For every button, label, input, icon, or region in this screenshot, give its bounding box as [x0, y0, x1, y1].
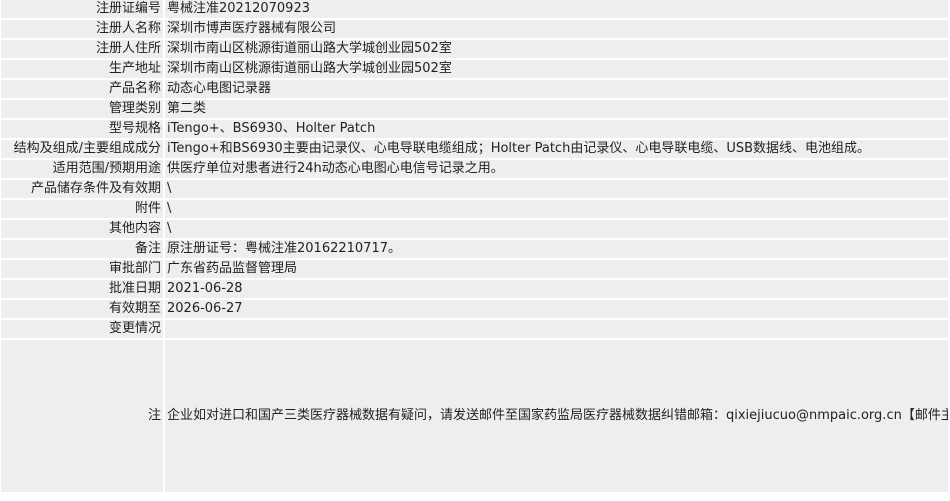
field-label: 注册证编号: [1, 0, 163, 18]
registration-record-table: 注册证编号 粤械注准20212070923 注册人名称 深圳市博声医疗器械有限公司 注册…: [0, 0, 950, 494]
record-row: 备注 原注册证号：粤械注准20162210717。: [1, 240, 948, 258]
field-value: 供医疗单位对患者进行24h动态心电图心电信号记录之用。: [165, 160, 948, 178]
field-value: 2021-06-28: [165, 280, 948, 298]
field-label: 产品名称: [1, 80, 163, 98]
field-value: 深圳市南山区桃源街道丽山路大学城创业园502室: [165, 60, 948, 78]
record-row: 适用范围/预期用途 供医疗单位对患者进行24h动态心电图心电信号记录之用。: [1, 160, 948, 178]
field-value: \: [165, 220, 948, 238]
field-value: 粤械注准20212070923: [165, 0, 948, 18]
record-row: 管理类别 第二类: [1, 100, 948, 118]
field-label: 批准日期: [1, 280, 163, 298]
record-row: 注册证编号 粤械注准20212070923: [1, 0, 948, 18]
record-row: 其他内容 \: [1, 220, 948, 238]
field-value: 广东省药品监督管理局: [165, 260, 948, 278]
field-label: 管理类别: [1, 100, 163, 118]
record-row: 型号规格 iTengo+、BS6930、Holter Patch: [1, 120, 948, 138]
field-value: 深圳市博声医疗器械有限公司: [165, 20, 948, 38]
record-row: 结构及组成/主要组成成分 iTengo+和BS6930主要由记录仪、心电导联电缆组…: [1, 140, 948, 158]
field-value: 第二类: [165, 100, 948, 118]
record-row: 审批部门 广东省药品监督管理局: [1, 260, 948, 278]
field-label: 型号规格: [1, 120, 163, 138]
record-row: 产品名称 动态心电图记录器: [1, 80, 948, 98]
record-row: 生产地址 深圳市南山区桃源街道丽山路大学城创业园502室: [1, 60, 948, 78]
field-value: iTengo+和BS6930主要由记录仪、心电导联电缆组成；Holter Pat…: [165, 140, 948, 158]
record-row: 产品储存条件及有效期 \: [1, 180, 948, 198]
field-value: iTengo+、BS6930、Holter Patch: [165, 120, 948, 138]
field-value: 原注册证号：粤械注准20162210717。: [165, 240, 948, 258]
record-row: 注册人住所 深圳市南山区桃源街道丽山路大学城创业园502室: [1, 40, 948, 58]
field-label: 注册人住所: [1, 40, 163, 58]
change-row: 变更情况: [1, 320, 948, 338]
field-label: 有效期至: [1, 300, 163, 318]
field-value-change: [165, 320, 948, 338]
field-label: 附件: [1, 200, 163, 218]
field-value-note: 企业如对进口和国产三类医疗器械数据有疑问，请发送邮件至国家药监局医疗器械数据纠错…: [165, 340, 948, 492]
field-value: 深圳市南山区桃源街道丽山路大学城创业园502室: [165, 40, 948, 58]
field-label: 备注: [1, 240, 163, 258]
record-row: 附件 \: [1, 200, 948, 218]
note-row: 注 企业如对进口和国产三类医疗器械数据有疑问，请发送邮件至国家药监局医疗器械数据…: [1, 340, 948, 492]
field-label: 适用范围/预期用途: [1, 160, 163, 178]
field-label: 产品储存条件及有效期: [1, 180, 163, 198]
record-row: 批准日期 2021-06-28: [1, 280, 948, 298]
field-value: \: [165, 180, 948, 198]
field-value: 2026-06-27: [165, 300, 948, 318]
field-label: 结构及组成/主要组成成分: [1, 140, 163, 158]
record-rows: 注册证编号 粤械注准20212070923 注册人名称 深圳市博声医疗器械有限公司 注册…: [1, 0, 948, 318]
field-label: 注册人名称: [1, 20, 163, 38]
field-value: 动态心电图记录器: [165, 80, 948, 98]
record-row: 注册人名称 深圳市博声医疗器械有限公司: [1, 20, 948, 38]
field-label: 生产地址: [1, 60, 163, 78]
field-label: 其他内容: [1, 220, 163, 238]
field-label-change: 变更情况: [1, 320, 163, 338]
record-row: 有效期至 2026-06-27: [1, 300, 948, 318]
field-label: 审批部门: [1, 260, 163, 278]
field-value: \: [165, 200, 948, 218]
field-label-note: 注: [1, 340, 163, 492]
